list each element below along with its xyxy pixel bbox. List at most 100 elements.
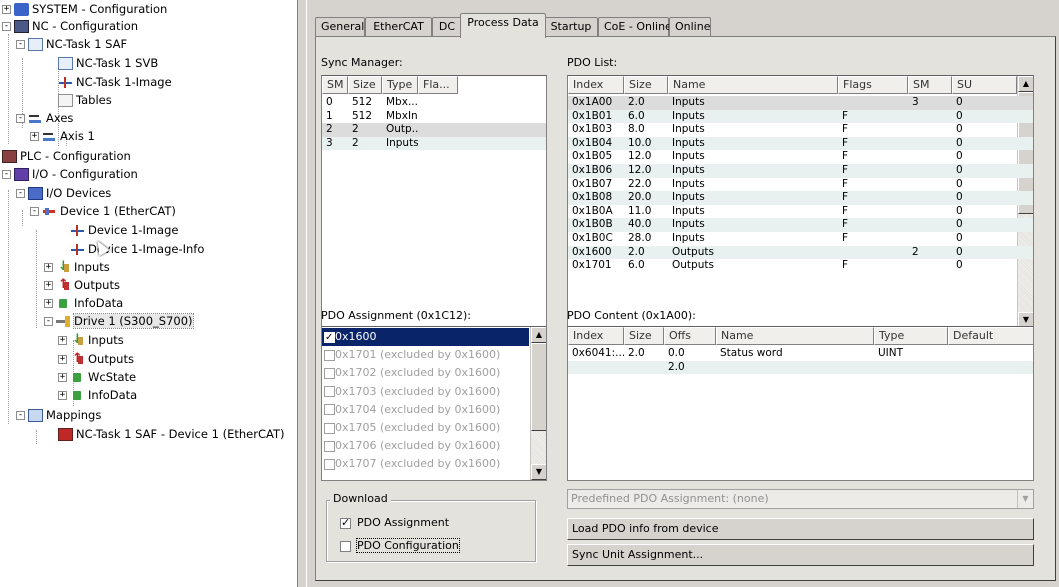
pdo-configuration-checkbox[interactable]: PDO Configuration	[340, 538, 460, 553]
checkbox-checked-icon[interactable]	[324, 329, 335, 347]
config-tree[interactable]: + SYSTEM - Configuration - NC - Configurati…	[0, 0, 297, 587]
scroll-up-icon[interactable]: ▲	[531, 327, 546, 343]
tree-node[interactable]: - NC-Task 1 SAF	[16, 35, 127, 53]
checkbox-unchecked-icon[interactable]	[324, 386, 335, 398]
tree-node[interactable]: + InfoData	[44, 294, 123, 312]
tree-node[interactable]: + SYSTEM - Configuration	[2, 0, 167, 18]
scroll-down-icon[interactable]: ▼	[531, 464, 546, 480]
pdo-assignment-item[interactable]: 0x1704 (excluded by 0x1600)	[322, 401, 528, 419]
pdo-assignment-item[interactable]: 0x1701 (excluded by 0x1600)	[322, 346, 528, 364]
splitter[interactable]	[297, 0, 307, 587]
tree-node[interactable]: + Inputs	[44, 258, 110, 276]
table-row[interactable]: 3 2 Inputs	[322, 136, 546, 151]
tree-node[interactable]: NC-Task 1-Image	[58, 73, 172, 91]
table-row[interactable]: 0x1B04 10.0 Inputs F 0	[568, 136, 1033, 151]
checkbox-unchecked-icon[interactable]	[340, 540, 351, 552]
checkbox-unchecked-icon[interactable]	[324, 404, 335, 416]
collapse-icon[interactable]: -	[2, 22, 11, 31]
predefined-pdo-assignment-select[interactable]: Predefined PDO Assignment: (none) ▼	[567, 489, 1034, 509]
tree-node[interactable]: Device 1-Image-Info	[70, 240, 204, 258]
table-row[interactable]: 0x1B06 12.0 Inputs F 0	[568, 164, 1033, 178]
checkbox-unchecked-icon[interactable]	[324, 422, 335, 434]
expand-icon[interactable]: +	[30, 132, 39, 141]
collapse-icon[interactable]: -	[16, 189, 25, 198]
pdo-content-column-header[interactable]: Default	[948, 327, 1033, 345]
tree-node[interactable]: + Inputs	[58, 331, 124, 349]
pdo-content-list[interactable]: Index Size Offs Name Type Default 0x6041:... 2.…	[567, 326, 1034, 481]
table-row[interactable]: 0x1B07 22.0 Inputs F 0	[568, 178, 1033, 192]
tab-online[interactable]: Online	[669, 17, 711, 37]
collapse-icon[interactable]: -	[16, 40, 25, 49]
pdo-assignment-item[interactable]: 0x1703 (excluded by 0x1600)	[322, 383, 528, 401]
tree-node[interactable]: Device 1-Image	[70, 221, 178, 239]
tree-node[interactable]: - I/O - Configuration	[2, 165, 138, 183]
table-row[interactable]: 0x1B05 12.0 Inputs F 0	[568, 150, 1033, 164]
table-row[interactable]: 0x1B08 20.0 Inputs F 0	[568, 191, 1033, 205]
pdo-assignment-scrollbar[interactable]: ▲ ▼	[530, 327, 546, 480]
tree-node[interactable]: + InfoData	[58, 386, 137, 404]
pdo-list-column-header[interactable]: Index	[568, 76, 624, 94]
sync-unit-assignment-button[interactable]: Sync Unit Assignment...	[567, 544, 1034, 566]
collapse-icon[interactable]: -	[44, 317, 53, 326]
pdo-assignment-item[interactable]: 0x1705 (excluded by 0x1600)	[322, 419, 528, 437]
table-row[interactable]: 0x1701 6.0 Outputs F 0	[568, 259, 1033, 273]
table-row[interactable]: 0x6041:... 2.0 0.0 Status word UINT	[568, 347, 1033, 361]
pdo-assignment-list[interactable]: 0x1707 (excluded by 0x1600) 0x1706 (exclu…	[321, 326, 547, 481]
pdo-list-column-header[interactable]: SU	[952, 76, 1017, 94]
tree-node[interactable]: Tables	[58, 91, 112, 109]
tab-coe-online[interactable]: CoE - Online	[598, 17, 672, 37]
sync-manager-column-header[interactable]: Type	[382, 76, 418, 94]
table-row[interactable]: 2.0	[568, 360, 1033, 375]
expand-icon[interactable]: +	[44, 299, 53, 308]
expand-icon[interactable]: +	[58, 355, 67, 364]
expand-icon[interactable]: +	[44, 281, 53, 290]
pdo-content-column-header[interactable]: Offs	[664, 327, 716, 345]
sync-manager-column-header[interactable]: Size	[348, 76, 382, 94]
pdo-list[interactable]: ▲ ▼ Index Size Name Flags SM SU 0x1A00 2.0 Input…	[567, 75, 1034, 329]
collapse-icon[interactable]: -	[30, 207, 39, 216]
checkbox-unchecked-icon[interactable]	[324, 367, 335, 379]
pdo-list-column-header[interactable]: Size	[624, 76, 668, 94]
expand-icon[interactable]: +	[44, 263, 53, 272]
table-row[interactable]: 0 512 Mbx...	[322, 96, 546, 110]
tree-node[interactable]: + WcState	[58, 368, 136, 386]
pdo-list-column-header[interactable]: SM	[908, 76, 952, 94]
table-row[interactable]: 0x1A00 2.0 Inputs 3 0	[568, 96, 1033, 110]
tree-node[interactable]: NC-Task 1 SVB	[58, 54, 158, 72]
pdo-assignment-item[interactable]: 0x1600	[322, 328, 529, 347]
checkbox-unchecked-icon[interactable]	[324, 458, 335, 470]
table-row[interactable]: 0x1B0A 11.0 Inputs F 0	[568, 205, 1033, 219]
tab-process-data[interactable]: Process Data	[460, 13, 546, 38]
pdo-content-column-header[interactable]: Size	[624, 327, 664, 345]
tree-node[interactable]: NC-Task 1 SAF - Device 1 (EtherCAT)	[58, 425, 284, 443]
pdo-assignment-checkbox[interactable]: PDO Assignment	[340, 516, 449, 530]
load-pdo-info-button[interactable]: Load PDO info from device	[567, 518, 1034, 540]
tree-node[interactable]: + Axis 1	[30, 127, 95, 145]
sync-manager-column-header[interactable]: SM	[322, 76, 348, 94]
pdo-assignment-item[interactable]: 0x1706 (excluded by 0x1600)	[322, 437, 528, 455]
collapse-icon[interactable]: -	[16, 114, 25, 123]
pdo-assignment-item[interactable]: 0x1702 (excluded by 0x1600)	[322, 364, 528, 382]
tree-node[interactable]: - I/O Devices	[16, 184, 111, 202]
pdo-content-column-header[interactable]: Name	[716, 327, 874, 345]
tree-node[interactable]: + Outputs	[44, 276, 120, 294]
checkbox-unchecked-icon[interactable]	[324, 440, 335, 452]
pdo-content-column-header[interactable]: Index	[568, 327, 624, 345]
pdo-content-column-header[interactable]: Type	[874, 327, 948, 345]
table-row[interactable]: 0x1B0C 28.0 Inputs F 0	[568, 232, 1033, 246]
pdo-list-column-header[interactable]: Flags	[838, 76, 908, 94]
table-row[interactable]: 2 2 Outp...	[322, 123, 546, 137]
table-row[interactable]: 0x1B01 6.0 Inputs F 0	[568, 109, 1033, 124]
expand-icon[interactable]: +	[2, 5, 11, 14]
table-row[interactable]: 0x1B03 8.0 Inputs F 0	[568, 123, 1033, 137]
collapse-icon[interactable]: -	[2, 170, 11, 179]
collapse-icon[interactable]: -	[16, 411, 25, 420]
sync-manager-column-header[interactable]: Fla...	[418, 76, 458, 94]
scroll-thumb[interactable]	[531, 343, 546, 431]
scroll-up-icon[interactable]: ▲	[1018, 76, 1033, 92]
tab-general[interactable]: General	[315, 17, 365, 37]
tree-node[interactable]: PLC - Configuration	[2, 147, 131, 165]
expand-icon[interactable]: +	[58, 336, 67, 345]
tab-dc[interactable]: DC	[432, 17, 462, 37]
tab-ethercat[interactable]: EtherCAT	[365, 17, 432, 37]
